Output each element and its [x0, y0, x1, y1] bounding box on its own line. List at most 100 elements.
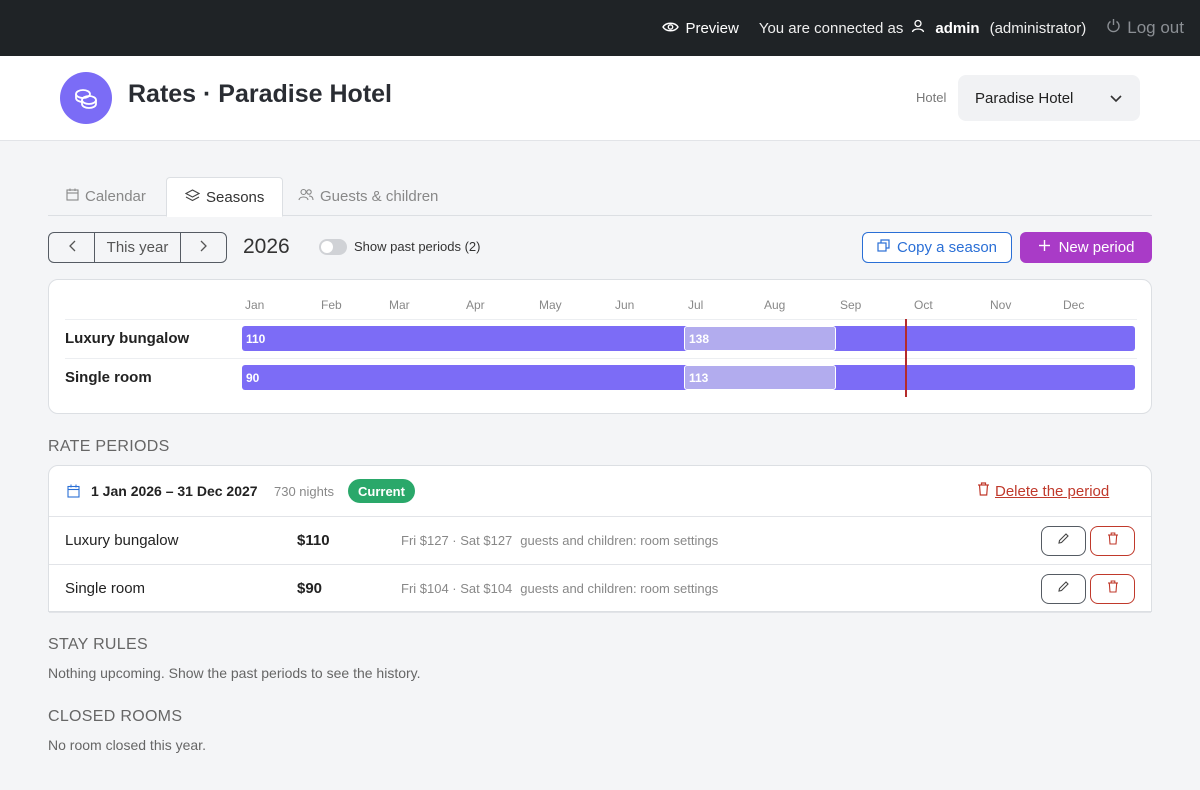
- trash-icon: [977, 482, 990, 500]
- logout-label: Log out: [1127, 18, 1184, 37]
- page-title: Rates · Paradise Hotel: [128, 80, 392, 108]
- period-header: 1 Jan 2026 – 31 Dec 2027 730 nights Curr…: [49, 466, 1151, 517]
- show-past-periods-label: Show past periods (2): [354, 239, 481, 254]
- delete-period-link[interactable]: Delete the period: [977, 482, 1109, 500]
- room-price: $110: [297, 532, 330, 549]
- room-name: Luxury bungalow: [65, 532, 179, 549]
- weekend-rates: Fri $127 · Sat $127: [401, 533, 513, 548]
- month-label: Jul: [688, 298, 704, 312]
- stay-rules-title: STAY RULES: [48, 636, 148, 653]
- month-label: Sep: [840, 298, 862, 312]
- month-label: Feb: [321, 298, 342, 312]
- hotel-select-value: Paradise Hotel: [975, 89, 1074, 107]
- month-label: Nov: [990, 298, 1012, 312]
- month-label: Jun: [615, 298, 635, 312]
- bar-value: 110: [246, 331, 266, 346]
- room-name: Single room: [65, 580, 146, 597]
- period-nights: 730 nights: [274, 484, 334, 499]
- trash-icon: [1107, 532, 1119, 550]
- page-header: Rates · Paradise Hotel Hotel Paradise Ho…: [0, 56, 1200, 141]
- next-year-button[interactable]: [181, 233, 226, 262]
- pencil-icon: [1057, 580, 1070, 598]
- rate-period-card: 1 Jan 2026 – 31 Dec 2027 730 nights Curr…: [48, 465, 1152, 613]
- chevron-down-icon: [1110, 90, 1122, 107]
- tab-bar: Calendar Seasons Guests & children: [48, 177, 1152, 217]
- season-rate-bar[interactable]: 113: [684, 365, 836, 390]
- eye-icon: [662, 20, 680, 37]
- month-label: Aug: [764, 298, 786, 312]
- user-role: (administrator): [989, 19, 1087, 37]
- weekend-rates: Fri $104 · Sat $104: [401, 581, 513, 596]
- previous-year-button[interactable]: [49, 233, 94, 262]
- room-price: $90: [297, 580, 323, 597]
- month-label: Jan: [245, 298, 265, 312]
- tab-seasons[interactable]: Seasons: [166, 177, 284, 217]
- delete-rate-button[interactable]: [1090, 574, 1135, 604]
- plus-icon: [1038, 239, 1051, 256]
- user-name: admin: [935, 19, 980, 37]
- bar-value: 113: [689, 370, 709, 385]
- users-icon: [298, 188, 314, 205]
- month-label: Mar: [389, 298, 410, 312]
- room-rate-details: Fri $127 · Sat $127 guests and children: …: [401, 533, 718, 548]
- new-period-button[interactable]: New period: [1020, 232, 1152, 263]
- month-label: May: [539, 298, 562, 312]
- show-past-periods-toggle[interactable]: [319, 239, 347, 255]
- guests-settings: guests and children: room settings: [520, 533, 719, 548]
- month-label: Apr: [466, 298, 485, 312]
- timeline-row-label: Single room: [65, 369, 152, 386]
- closed-rooms-text: No room closed this year.: [48, 737, 206, 753]
- preview-label: Preview: [685, 19, 739, 37]
- stay-rules-text: Nothing upcoming. Show the past periods …: [48, 665, 421, 681]
- row-divider: [65, 319, 1137, 320]
- layers-icon: [184, 188, 201, 206]
- delete-period-label: Delete the period: [995, 482, 1110, 500]
- pencil-icon: [1057, 532, 1070, 550]
- preview-link[interactable]: Preview: [662, 19, 739, 37]
- chevron-right-icon: [200, 239, 208, 257]
- edit-rate-button[interactable]: [1041, 574, 1086, 604]
- period-range: 1 Jan 2026 – 31 Dec 2027: [91, 483, 258, 499]
- today-marker: [905, 319, 907, 397]
- toggle-knob: [321, 241, 333, 253]
- guests-settings: guests and children: room settings: [520, 581, 719, 596]
- copy-season-button[interactable]: Copy a season: [862, 232, 1012, 263]
- connected-prefix: You are connected as: [758, 19, 904, 37]
- user-icon: [911, 19, 925, 37]
- new-period-label: New period: [1058, 239, 1135, 256]
- chevron-left-icon: [68, 239, 76, 257]
- edit-rate-button[interactable]: [1041, 526, 1086, 556]
- bar-value: 138: [689, 331, 710, 346]
- copy-icon: [877, 239, 890, 256]
- season-rate-bar[interactable]: 138: [684, 326, 836, 351]
- timeline-row-label: Luxury bungalow: [65, 330, 190, 347]
- rate-row: Single room $90 Fri $104 · Sat $104 guest…: [49, 565, 1151, 613]
- copy-season-label: Copy a season: [896, 239, 998, 256]
- closed-rooms-title: CLOSED ROOMS: [48, 708, 183, 725]
- season-timeline: Jan Feb Mar Apr May Jun Jul Aug Sep Oct …: [48, 279, 1152, 414]
- top-bar: Preview You are connected as admin (admi…: [0, 0, 1200, 56]
- tab-calendar[interactable]: Calendar: [48, 177, 164, 216]
- current-year: 2026: [243, 235, 290, 258]
- rate-periods-title: RATE PERIODS: [48, 438, 170, 455]
- hotel-select[interactable]: Paradise Hotel: [958, 75, 1140, 121]
- trash-icon: [1107, 580, 1119, 598]
- logout-button[interactable]: Log out: [1106, 18, 1184, 38]
- month-label: Dec: [1063, 298, 1085, 312]
- calendar-icon: [66, 188, 79, 205]
- connected-as: You are connected as admin (administrato…: [759, 19, 1086, 37]
- bar-value: 90: [246, 370, 260, 385]
- tab-guests-label: Guests & children: [320, 188, 439, 205]
- delete-rate-button[interactable]: [1090, 526, 1135, 556]
- power-icon: [1106, 18, 1121, 38]
- hotel-label: Hotel: [916, 90, 947, 105]
- coins-icon: [60, 72, 112, 124]
- tab-seasons-label: Seasons: [206, 188, 265, 206]
- tab-calendar-label: Calendar: [85, 188, 146, 205]
- status-badge: Current: [348, 479, 415, 503]
- row-divider: [65, 358, 1137, 359]
- calendar-icon: [67, 484, 80, 503]
- year-navigator: This year: [48, 232, 227, 263]
- tab-guests-children[interactable]: Guests & children: [280, 177, 456, 216]
- this-year-button[interactable]: This year: [94, 233, 181, 262]
